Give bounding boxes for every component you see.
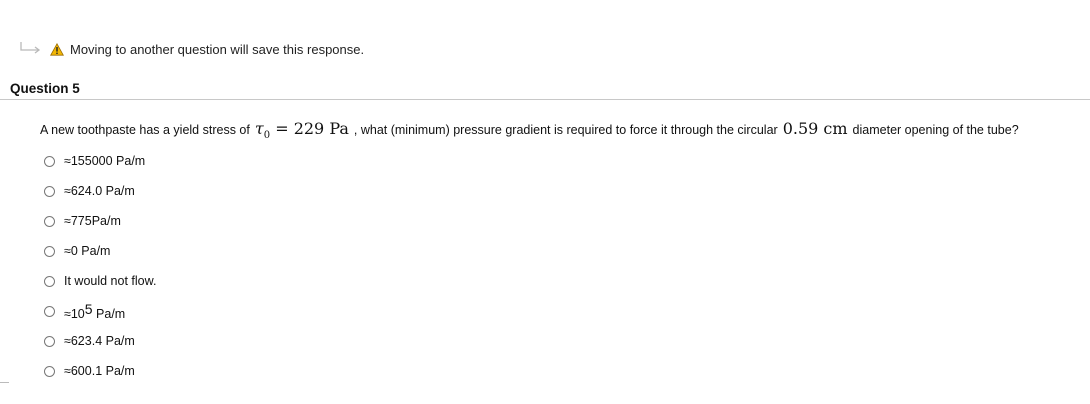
question-text-part1: A new toothpaste has a yield stress of xyxy=(40,123,250,137)
answer-label: ≈600.1 Pa/m xyxy=(64,364,135,378)
save-notice: Moving to another question will save thi… xyxy=(18,38,364,60)
answer-option[interactable]: ≈600.1 Pa/m xyxy=(44,356,156,386)
answer-option[interactable]: ≈105 Pa/m xyxy=(44,296,156,326)
warning-icon xyxy=(50,42,64,56)
answer-label-suffix: Pa/m xyxy=(92,307,126,321)
question-text-part3: diameter opening of the tube? xyxy=(852,123,1019,137)
question-text-part2: , what (minimum) pressure gradient is re… xyxy=(353,123,778,137)
answer-option[interactable]: ≈775Pa/m xyxy=(44,206,156,236)
radio-button[interactable] xyxy=(44,185,55,197)
answer-label: ≈624.0 Pa/m xyxy=(64,184,135,198)
equals-sign: = xyxy=(275,119,289,138)
answer-option[interactable]: ≈624.0 Pa/m xyxy=(44,176,156,206)
answer-label-prefix: ≈10 xyxy=(64,307,85,321)
answer-label: It would not flow. xyxy=(64,274,157,288)
question-title: Question 5 xyxy=(10,81,80,96)
radio-button[interactable] xyxy=(44,245,55,257)
diameter-value: 0.59 cm xyxy=(782,119,848,138)
answer-option[interactable]: It would not flow. xyxy=(44,266,156,296)
radio-button[interactable] xyxy=(44,335,55,347)
answer-label: ≈0 Pa/m xyxy=(64,244,111,258)
radio-button[interactable] xyxy=(44,305,55,317)
stress-value: 229 Pa xyxy=(293,119,349,138)
answer-label-exponent: 5 xyxy=(84,301,93,317)
answer-options: ≈155000 Pa/m ≈624.0 Pa/m ≈775Pa/m ≈0 Pa/… xyxy=(44,146,156,386)
radio-button[interactable] xyxy=(44,215,55,227)
radio-button[interactable] xyxy=(44,275,55,287)
tau-symbol: τ xyxy=(254,119,264,138)
tau-subscript: 0 xyxy=(263,130,271,142)
answer-label: ≈623.4 Pa/m xyxy=(64,334,135,348)
answer-label: ≈105 Pa/m xyxy=(64,301,125,321)
answer-option[interactable]: ≈155000 Pa/m xyxy=(44,146,156,176)
save-notice-text: Moving to another question will save thi… xyxy=(70,41,365,57)
radio-button[interactable] xyxy=(44,155,55,167)
answer-option[interactable]: ≈623.4 Pa/m xyxy=(44,326,156,356)
question-text: A new toothpaste has a yield stress of τ… xyxy=(40,119,1019,141)
return-arrow-icon xyxy=(20,42,41,54)
answer-label: ≈775Pa/m xyxy=(64,214,121,228)
left-edge-mark xyxy=(0,382,9,383)
answer-option[interactable]: ≈0 Pa/m xyxy=(44,236,156,266)
radio-button[interactable] xyxy=(44,365,55,377)
question-divider xyxy=(0,99,1090,100)
yield-stress-math: τ0 = 229 Pa xyxy=(255,119,349,141)
answer-label: ≈155000 Pa/m xyxy=(64,154,146,168)
